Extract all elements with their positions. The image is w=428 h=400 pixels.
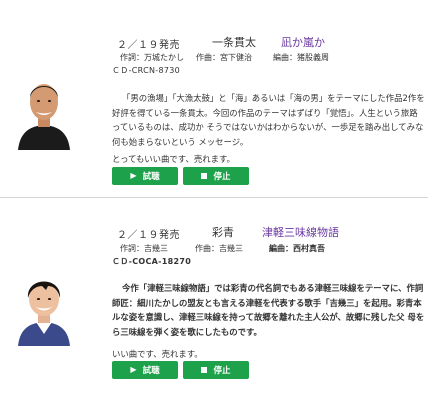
cd-number: ＣＤ-COCA-18270 xyxy=(112,257,192,266)
stop-button[interactable]: 停止 xyxy=(183,361,249,379)
composer: 作曲：吉幾三 xyxy=(195,244,243,253)
description-line: っているものは、成功か そうではないかはわからないが、一歩足を踏み出してみな xyxy=(112,122,424,132)
recommend-note: いい曲です、売れます。 xyxy=(112,349,203,359)
cd-number: ＣＤ-CRCN-8730 xyxy=(112,66,181,75)
description-line: ルな姿を意識し、津軽三味線を持って故郷を離れた主人公が、故郷に残した父 母を xyxy=(112,312,425,322)
listen-button[interactable]: ▶ 試聴 xyxy=(112,361,178,379)
stop-label: 停止 xyxy=(213,366,231,376)
description-line: 師匠：細川たかしの盟友とも言える津軽を代表する歌手「吉幾三」を起用。彩青本 xyxy=(112,297,422,308)
description-line: 「男の漁場」「大漁太鼓」と「海」あるいは「海の男」をテーマにした作品2作を xyxy=(122,93,425,103)
listen-button[interactable]: ▶ 試聴 xyxy=(112,167,178,185)
listen-label: 試聴 xyxy=(142,172,160,182)
description-line: ら三味線を弾く姿を歌にしたものです。 xyxy=(112,326,262,337)
listen-label: 試聴 xyxy=(142,366,160,376)
description-line: 今作「津軽三味線物語」では彩青の代名詞でもある津軽三味線をテーマに、作詞 xyxy=(122,283,424,293)
arranger: 編曲：猪股義周 xyxy=(273,53,329,62)
play-icon: ▶ xyxy=(130,171,137,180)
lyricist: 作詞：万城たかし xyxy=(120,53,184,62)
artist-photo xyxy=(14,266,74,346)
recommend-note: とってもいい曲です、売れます。 xyxy=(112,154,235,164)
song-card: ２／１９発売 彩青 津軽三味線物語 作詞：吉幾三 作曲：吉幾三 編曲：西村真吾 … xyxy=(0,198,428,400)
song-title[interactable]: 凪か嵐か xyxy=(281,34,325,50)
release-date: ２／１９発売 xyxy=(117,40,180,51)
composer: 作曲：宮下健治 xyxy=(196,53,252,62)
stop-button[interactable]: 停止 xyxy=(183,167,249,185)
stop-icon xyxy=(201,173,208,179)
song-title[interactable]: 津軽三味線物語 xyxy=(262,224,339,240)
play-icon: ▶ xyxy=(130,365,137,374)
artist-photo xyxy=(14,70,74,150)
description-line: 何も始まらないという メッセージ。 xyxy=(112,136,249,147)
release-date: ２／１９発売 xyxy=(117,230,180,241)
arranger: 編曲：西村真吾 xyxy=(269,244,325,253)
artist-name: 彩青 xyxy=(212,226,234,239)
song-description: 「男の漁場」「大漁太鼓」と「海」あるいは「海の男」をテーマにした作品2作を 好評… xyxy=(112,91,428,149)
song-card: ２／１９発売 一条貫太 凪か嵐か 作詞：万城たかし 作曲：宮下健治 編曲：猪股義… xyxy=(0,0,428,198)
stop-icon xyxy=(201,367,208,373)
artist-name: 一条貫太 xyxy=(212,36,256,49)
song-description: 今作「津軽三味線物語」では彩青の代名詞でもある津軽三味線をテーマに、作詞 師匠：… xyxy=(112,281,428,339)
description-line: 好評を得ている一条貫太。今回の作品のテーマはずばり「覚悟」。人生という旅路 xyxy=(112,107,418,118)
lyricist: 作詞：吉幾三 xyxy=(120,244,168,253)
stop-label: 停止 xyxy=(213,172,231,182)
